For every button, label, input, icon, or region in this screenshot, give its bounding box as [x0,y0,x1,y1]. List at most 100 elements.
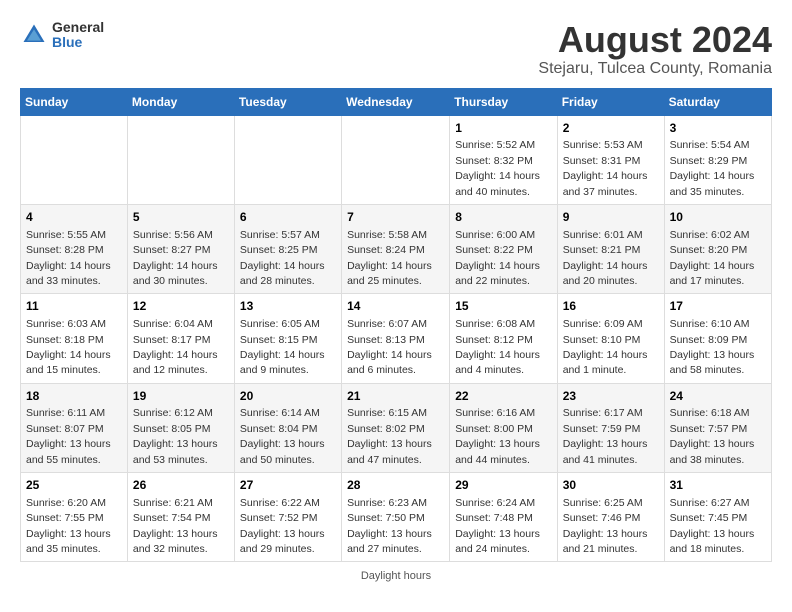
day-daylight: Daylight: 13 hours and 47 minutes. [347,438,432,465]
day-sunrise: Sunrise: 6:17 AM [563,407,643,419]
day-number: 15 [455,298,551,315]
day-number: 27 [240,477,336,494]
day-number: 1 [455,120,551,137]
day-sunset: Sunset: 7:52 PM [240,512,318,524]
day-sunset: Sunset: 8:18 PM [26,334,104,346]
table-row: 3 Sunrise: 5:54 AM Sunset: 8:29 PM Dayli… [664,115,771,204]
table-row: 28 Sunrise: 6:23 AM Sunset: 7:50 PM Dayl… [342,473,450,562]
day-number: 18 [26,388,122,405]
day-daylight: Daylight: 14 hours and 20 minutes. [563,260,648,287]
day-sunset: Sunset: 8:20 PM [670,244,748,256]
table-row: 16 Sunrise: 6:09 AM Sunset: 8:10 PM Dayl… [557,294,664,383]
table-row: 8 Sunrise: 6:00 AM Sunset: 8:22 PM Dayli… [450,204,557,293]
table-row: 4 Sunrise: 5:55 AM Sunset: 8:28 PM Dayli… [21,204,128,293]
day-sunrise: Sunrise: 6:11 AM [26,407,105,419]
day-number: 31 [670,477,766,494]
day-daylight: Daylight: 13 hours and 27 minutes. [347,528,432,555]
day-daylight: Daylight: 14 hours and 1 minute. [563,349,648,376]
day-daylight: Daylight: 14 hours and 33 minutes. [26,260,111,287]
day-sunrise: Sunrise: 6:20 AM [26,497,106,509]
day-number: 8 [455,209,551,226]
day-sunrise: Sunrise: 5:56 AM [133,229,213,241]
day-daylight: Daylight: 13 hours and 38 minutes. [670,438,755,465]
day-daylight: Daylight: 13 hours and 44 minutes. [455,438,540,465]
day-number: 16 [563,298,659,315]
table-row: 15 Sunrise: 6:08 AM Sunset: 8:12 PM Dayl… [450,294,557,383]
footer-note: Daylight hours [20,570,772,582]
day-sunset: Sunset: 8:10 PM [563,334,641,346]
day-daylight: Daylight: 13 hours and 21 minutes. [563,528,648,555]
day-sunrise: Sunrise: 5:52 AM [455,139,535,151]
day-sunset: Sunset: 8:25 PM [240,244,318,256]
day-sunset: Sunset: 7:59 PM [563,423,641,435]
calendar-week-row: 18 Sunrise: 6:11 AM Sunset: 8:07 PM Dayl… [21,383,772,472]
day-daylight: Daylight: 14 hours and 4 minutes. [455,349,540,376]
table-row: 2 Sunrise: 5:53 AM Sunset: 8:31 PM Dayli… [557,115,664,204]
day-daylight: Daylight: 13 hours and 58 minutes. [670,349,755,376]
table-row: 9 Sunrise: 6:01 AM Sunset: 8:21 PM Dayli… [557,204,664,293]
day-number: 11 [26,298,122,315]
calendar-table: Sunday Monday Tuesday Wednesday Thursday… [20,88,772,563]
table-row: 18 Sunrise: 6:11 AM Sunset: 8:07 PM Dayl… [21,383,128,472]
day-sunrise: Sunrise: 6:27 AM [670,497,750,509]
calendar-week-row: 25 Sunrise: 6:20 AM Sunset: 7:55 PM Dayl… [21,473,772,562]
day-sunset: Sunset: 7:48 PM [455,512,533,524]
day-daylight: Daylight: 14 hours and 40 minutes. [455,170,540,197]
table-row: 17 Sunrise: 6:10 AM Sunset: 8:09 PM Dayl… [664,294,771,383]
day-number: 17 [670,298,766,315]
day-sunset: Sunset: 8:12 PM [455,334,533,346]
day-daylight: Daylight: 13 hours and 29 minutes. [240,528,325,555]
col-sunday: Sunday [21,88,128,115]
day-sunset: Sunset: 8:22 PM [455,244,533,256]
col-saturday: Saturday [664,88,771,115]
title-block: August 2024 Stejaru, Tulcea County, Roma… [538,20,772,78]
table-row: 10 Sunrise: 6:02 AM Sunset: 8:20 PM Dayl… [664,204,771,293]
day-number: 24 [670,388,766,405]
table-row: 29 Sunrise: 6:24 AM Sunset: 7:48 PM Dayl… [450,473,557,562]
day-sunset: Sunset: 8:31 PM [563,155,641,167]
day-daylight: Daylight: 14 hours and 22 minutes. [455,260,540,287]
calendar-week-row: 1 Sunrise: 5:52 AM Sunset: 8:32 PM Dayli… [21,115,772,204]
day-sunset: Sunset: 8:05 PM [133,423,211,435]
day-sunset: Sunset: 8:07 PM [26,423,104,435]
table-row: 12 Sunrise: 6:04 AM Sunset: 8:17 PM Dayl… [127,294,234,383]
day-sunset: Sunset: 8:21 PM [563,244,641,256]
day-daylight: Daylight: 14 hours and 25 minutes. [347,260,432,287]
day-number: 29 [455,477,551,494]
day-sunrise: Sunrise: 6:21 AM [133,497,213,509]
day-sunset: Sunset: 8:02 PM [347,423,425,435]
day-sunset: Sunset: 8:29 PM [670,155,748,167]
day-sunrise: Sunrise: 5:57 AM [240,229,320,241]
day-sunrise: Sunrise: 5:54 AM [670,139,750,151]
day-sunrise: Sunrise: 6:08 AM [455,318,535,330]
day-sunrise: Sunrise: 6:02 AM [670,229,750,241]
day-number: 13 [240,298,336,315]
day-sunrise: Sunrise: 6:23 AM [347,497,427,509]
day-sunrise: Sunrise: 6:12 AM [133,407,213,419]
day-sunrise: Sunrise: 6:22 AM [240,497,320,509]
table-row: 31 Sunrise: 6:27 AM Sunset: 7:45 PM Dayl… [664,473,771,562]
day-daylight: Daylight: 13 hours and 18 minutes. [670,528,755,555]
day-sunset: Sunset: 7:54 PM [133,512,211,524]
table-row: 21 Sunrise: 6:15 AM Sunset: 8:02 PM Dayl… [342,383,450,472]
col-tuesday: Tuesday [234,88,341,115]
table-row [127,115,234,204]
day-sunset: Sunset: 8:00 PM [455,423,533,435]
table-row: 5 Sunrise: 5:56 AM Sunset: 8:27 PM Dayli… [127,204,234,293]
day-sunset: Sunset: 8:13 PM [347,334,425,346]
day-sunrise: Sunrise: 6:04 AM [133,318,213,330]
day-daylight: Daylight: 14 hours and 28 minutes. [240,260,325,287]
day-sunset: Sunset: 8:24 PM [347,244,425,256]
day-sunrise: Sunrise: 5:53 AM [563,139,643,151]
day-sunrise: Sunrise: 6:18 AM [670,407,750,419]
col-thursday: Thursday [450,88,557,115]
logo: General Blue [20,20,104,51]
day-number: 14 [347,298,444,315]
day-sunrise: Sunrise: 6:24 AM [455,497,535,509]
day-sunrise: Sunrise: 6:09 AM [563,318,643,330]
day-sunrise: Sunrise: 6:03 AM [26,318,106,330]
day-sunset: Sunset: 8:32 PM [455,155,533,167]
table-row: 25 Sunrise: 6:20 AM Sunset: 7:55 PM Dayl… [21,473,128,562]
table-row [234,115,341,204]
day-number: 2 [563,120,659,137]
